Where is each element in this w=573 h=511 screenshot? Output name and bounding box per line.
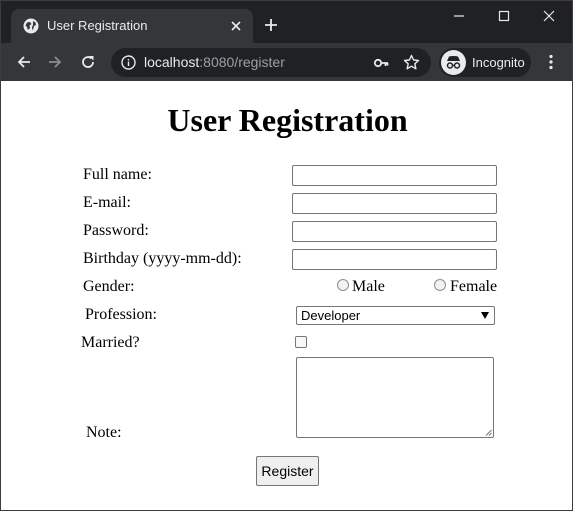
married-checkbox[interactable] — [295, 336, 307, 348]
profession-select[interactable]: Developer — [296, 306, 495, 325]
bookmark-star-icon[interactable] — [403, 54, 420, 71]
married-label: Married? — [81, 334, 140, 351]
close-tab-icon[interactable] — [229, 19, 243, 33]
new-tab-icon[interactable] — [263, 17, 279, 33]
reload-icon[interactable] — [80, 54, 96, 70]
birthday-label: Birthday (yyyy-mm-dd): — [83, 250, 242, 267]
full-name-label: Full name: — [83, 166, 152, 183]
browser-window: User Registration localhost:8080/registe… — [0, 0, 573, 511]
tab-strip: User Registration — [1, 1, 572, 43]
key-icon[interactable] — [373, 55, 389, 71]
browser-toolbar: localhost:8080/register Incognito — [1, 43, 572, 81]
full-name-input[interactable] — [292, 165, 497, 186]
profession-label: Profession: — [85, 306, 157, 323]
resize-grip-icon[interactable] — [484, 428, 492, 436]
maximize-icon[interactable] — [497, 9, 511, 23]
minimize-icon[interactable] — [452, 9, 466, 23]
note-textarea[interactable] — [296, 357, 494, 438]
birthday-input[interactable] — [292, 249, 497, 270]
url-text: localhost:8080/register — [144, 54, 285, 71]
note-label: Note: — [86, 424, 122, 441]
profession-selected-value: Developer — [301, 308, 361, 323]
email-label: E-mail: — [83, 194, 131, 211]
gender-male-radio[interactable] — [337, 279, 349, 291]
gender-female-label: Female — [450, 278, 498, 295]
password-input[interactable] — [292, 221, 497, 242]
back-arrow-icon[interactable] — [16, 54, 32, 70]
email-input[interactable] — [292, 193, 497, 214]
tab-title: User Registration — [47, 18, 148, 33]
gender-label: Gender: — [83, 278, 135, 295]
incognito-badge[interactable]: Incognito — [439, 48, 531, 77]
forward-arrow-icon[interactable] — [47, 54, 63, 70]
globe-icon — [23, 18, 39, 34]
info-icon[interactable] — [121, 55, 136, 70]
incognito-label: Incognito — [472, 55, 525, 70]
password-label: Password: — [83, 222, 149, 239]
dropdown-arrow-icon — [481, 312, 489, 319]
tab-user-registration[interactable]: User Registration — [11, 9, 253, 43]
close-window-icon[interactable] — [542, 9, 556, 23]
address-bar[interactable]: localhost:8080/register — [111, 48, 431, 77]
gender-male-label: Male — [352, 278, 385, 295]
url-host: localhost — [144, 54, 200, 70]
url-path: :8080/register — [199, 54, 285, 70]
gender-female-radio[interactable] — [434, 279, 446, 291]
page-title: User Registration — [167, 102, 408, 138]
incognito-icon — [441, 50, 466, 75]
register-button[interactable]: Register — [256, 456, 319, 486]
more-menu-icon[interactable] — [544, 54, 558, 70]
page-content: User Registration Full name: E-mail: Pas… — [1, 81, 572, 510]
